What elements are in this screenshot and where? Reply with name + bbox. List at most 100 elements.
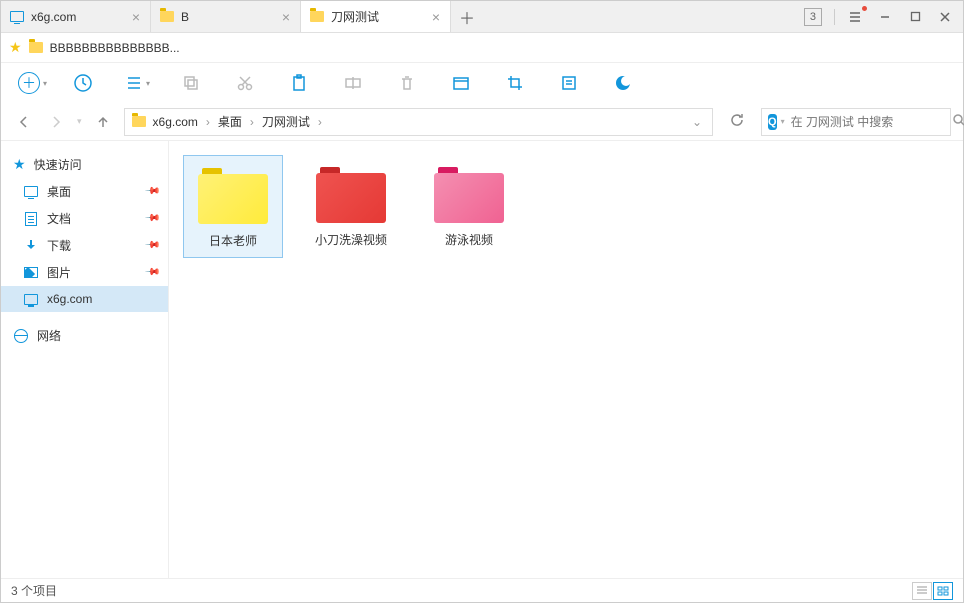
- search-icon[interactable]: [952, 113, 964, 130]
- folder-item[interactable]: 小刀洗澡视频: [301, 155, 401, 256]
- file-label: 小刀洗澡视频: [315, 231, 387, 248]
- file-label: 日本老师: [209, 232, 257, 249]
- folder-item[interactable]: 日本老师: [183, 155, 283, 258]
- folder-icon: [198, 164, 268, 224]
- sidebar-label: 下载: [47, 237, 71, 254]
- add-tab-button[interactable]: ＋: [451, 1, 483, 32]
- sidebar-label: 网络: [37, 327, 61, 344]
- sidebar-label: 图片: [47, 264, 71, 281]
- cut-icon[interactable]: [229, 67, 261, 99]
- search-input[interactable]: [791, 115, 946, 129]
- file-label: 游泳视频: [445, 231, 493, 248]
- window-controls: 3: [804, 1, 963, 32]
- star-icon: ★: [13, 156, 26, 173]
- chevron-right-icon: ›: [250, 115, 254, 129]
- pin-icon: 📌: [143, 264, 160, 281]
- sidebar-label: x6g.com: [47, 292, 92, 306]
- delete-icon[interactable]: [391, 67, 423, 99]
- breadcrumb[interactable]: 桌面: [218, 113, 242, 130]
- breadcrumb[interactable]: 刀网测试: [262, 113, 310, 130]
- globe-icon: [13, 328, 29, 344]
- icons-view-button[interactable]: [933, 582, 953, 600]
- status-text: 3 个项目: [11, 582, 57, 599]
- moon-icon[interactable]: [607, 67, 639, 99]
- chevron-right-icon: ›: [206, 115, 210, 129]
- sidebar-label: 文档: [47, 210, 71, 227]
- folder-icon: [131, 114, 147, 130]
- up-button[interactable]: [92, 111, 114, 133]
- tab-label: x6g.com: [31, 10, 124, 24]
- monitor-icon: [9, 9, 25, 25]
- bookmarks-bar: ★ BBBBBBBBBBBBBBB...: [1, 33, 963, 63]
- close-icon[interactable]: ×: [280, 9, 292, 25]
- note-icon[interactable]: [553, 67, 585, 99]
- download-icon: [23, 238, 39, 254]
- tab-count-badge[interactable]: 3: [804, 8, 822, 26]
- bookmark-item[interactable]: BBBBBBBBBBBBBBB...: [50, 41, 180, 55]
- view-switcher: [912, 582, 953, 600]
- folder-icon: [316, 163, 386, 223]
- sidebar-quick-access[interactable]: ★ 快速访问: [1, 151, 168, 178]
- chevron-down-icon[interactable]: ▾: [781, 117, 785, 126]
- chevron-right-icon: ›: [318, 115, 322, 129]
- monitor-icon: [23, 291, 39, 307]
- folder-item[interactable]: 游泳视频: [419, 155, 519, 256]
- sidebar-label: 快速访问: [34, 156, 82, 173]
- rename-icon[interactable]: [337, 67, 369, 99]
- close-icon[interactable]: ×: [430, 9, 442, 25]
- list-icon[interactable]: ▾: [121, 67, 153, 99]
- sidebar-item-documents[interactable]: 文档 📌: [1, 205, 168, 232]
- sidebar-item-network[interactable]: 网络: [1, 322, 168, 349]
- folder-icon: [159, 9, 175, 25]
- refresh-button[interactable]: [723, 112, 751, 131]
- folder-icon: [309, 9, 325, 25]
- copy-icon[interactable]: [175, 67, 207, 99]
- sidebar: ★ 快速访问 桌面 📌 文档 📌 下载 📌 图片 📌 x6g.com: [1, 141, 169, 578]
- pin-icon: 📌: [143, 210, 160, 227]
- address-bar[interactable]: x6g.com › 桌面 › 刀网测试 › ⌄: [124, 108, 713, 136]
- details-view-button[interactable]: [912, 582, 932, 600]
- tab-label: 刀网测试: [331, 8, 424, 25]
- doc-icon: [23, 211, 39, 227]
- sidebar-item-pictures[interactable]: 图片 📌: [1, 259, 168, 286]
- back-button[interactable]: [13, 111, 35, 133]
- tab-bar: x6g.com × B × 刀网测试 × ＋ 3: [1, 1, 963, 33]
- image-icon: [23, 265, 39, 281]
- nav-row: ▾ x6g.com › 桌面 › 刀网测试 › ⌄ Q ▾: [1, 103, 963, 141]
- close-button[interactable]: [931, 3, 959, 31]
- chevron-down-icon[interactable]: ⌄: [688, 115, 706, 129]
- paste-icon[interactable]: [283, 67, 315, 99]
- pin-icon: 📌: [143, 183, 160, 200]
- forward-button[interactable]: [45, 111, 67, 133]
- folder-icon: [434, 163, 504, 223]
- history-dropdown[interactable]: ▾: [77, 116, 82, 127]
- maximize-button[interactable]: [901, 3, 929, 31]
- crop-icon[interactable]: [499, 67, 531, 99]
- tab-b[interactable]: B ×: [151, 1, 301, 32]
- file-grid[interactable]: 日本老师 小刀洗澡视频 游泳视频: [169, 141, 963, 578]
- tab-label: B: [181, 10, 274, 24]
- sidebar-item-desktop[interactable]: 桌面 📌: [1, 178, 168, 205]
- status-bar: 3 个项目: [1, 578, 963, 602]
- minimize-button[interactable]: [871, 3, 899, 31]
- sidebar-item-x6g[interactable]: x6g.com: [1, 286, 168, 312]
- toolbar: ＋▾ ▾: [1, 63, 963, 103]
- pin-icon: 📌: [143, 237, 160, 254]
- window-icon[interactable]: [445, 67, 477, 99]
- new-button[interactable]: ＋▾: [13, 67, 45, 99]
- tab-daowang[interactable]: 刀网测试 ×: [301, 1, 451, 32]
- tab-x6g[interactable]: x6g.com ×: [1, 1, 151, 32]
- divider: [834, 9, 835, 25]
- sidebar-item-downloads[interactable]: 下载 📌: [1, 232, 168, 259]
- search-provider-icon: Q: [768, 114, 777, 130]
- monitor-icon: [23, 184, 39, 200]
- sidebar-label: 桌面: [47, 183, 71, 200]
- menu-icon[interactable]: [841, 3, 869, 31]
- search-box[interactable]: Q ▾: [761, 108, 951, 136]
- breadcrumb[interactable]: x6g.com: [153, 115, 198, 129]
- history-icon[interactable]: [67, 67, 99, 99]
- main-area: ★ 快速访问 桌面 📌 文档 📌 下载 📌 图片 📌 x6g.com: [1, 141, 963, 578]
- close-icon[interactable]: ×: [130, 9, 142, 25]
- folder-icon: [28, 40, 44, 56]
- star-icon[interactable]: ★: [9, 39, 22, 56]
